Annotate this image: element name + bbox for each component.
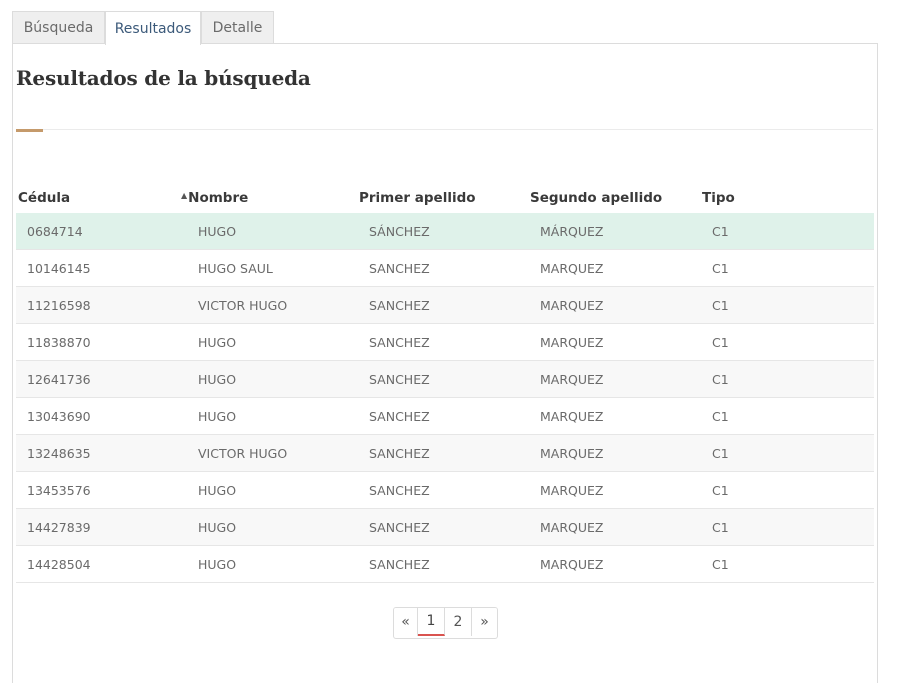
cell-nombre: HUGO — [179, 508, 359, 546]
cell-primer-apellido: SANCHEZ — [359, 471, 530, 509]
table-row[interactable]: 11216598 VICTOR HUGO SANCHEZ MARQUEZ C1 — [16, 286, 874, 324]
title-accent-bar — [16, 129, 43, 132]
cell-cedula: 14427839 — [16, 508, 179, 546]
tab-busqueda[interactable]: Búsqueda — [12, 11, 105, 44]
tab-resultados[interactable]: Resultados — [105, 11, 201, 45]
cell-primer-apellido: SANCHEZ — [359, 286, 530, 324]
cell-primer-apellido: SANCHEZ — [359, 508, 530, 546]
page-title: Resultados de la búsqueda — [16, 66, 311, 90]
table-row[interactable]: 11838870 HUGO SANCHEZ MARQUEZ C1 — [16, 323, 874, 361]
column-header-nombre-label: Nombre — [188, 190, 249, 206]
cell-primer-apellido: SANCHEZ — [359, 360, 530, 398]
cell-tipo: C1 — [702, 508, 874, 546]
cell-nombre: HUGO — [179, 471, 359, 509]
cell-nombre: HUGO — [179, 545, 359, 583]
pagination-next-button[interactable]: » — [472, 608, 497, 636]
cell-segundo-apellido: MARQUEZ — [530, 545, 702, 583]
table-row[interactable]: 12641736 HUGO SANCHEZ MARQUEZ C1 — [16, 360, 874, 398]
cell-cedula: 13043690 — [16, 397, 179, 435]
cell-segundo-apellido: MARQUEZ — [530, 508, 702, 546]
cell-tipo: C1 — [702, 471, 874, 509]
cell-cedula: 13248635 — [16, 434, 179, 472]
cell-segundo-apellido: MARQUEZ — [530, 323, 702, 361]
table-row[interactable]: 13043690 HUGO SANCHEZ MARQUEZ C1 — [16, 397, 874, 435]
column-header-primer-apellido[interactable]: Primer apellido — [359, 183, 530, 213]
column-header-tipo-label: Tipo — [702, 190, 735, 206]
cell-tipo: C1 — [702, 545, 874, 583]
cell-cedula: 10146145 — [16, 249, 179, 287]
cell-nombre: HUGO — [179, 397, 359, 435]
cell-nombre: VICTOR HUGO — [179, 286, 359, 324]
cell-segundo-apellido: MARQUEZ — [530, 360, 702, 398]
results-table: Cédula ▲Nombre Primer apellido Segundo a… — [16, 183, 874, 583]
pagination-page-1[interactable]: 1 — [418, 608, 445, 636]
table-row[interactable]: 13248635 VICTOR HUGO SANCHEZ MARQUEZ C1 — [16, 434, 874, 472]
pagination: « 1 2 » — [393, 607, 498, 639]
cell-segundo-apellido: MARQUEZ — [530, 249, 702, 287]
cell-primer-apellido: SANCHEZ — [359, 249, 530, 287]
table-header-row: Cédula ▲Nombre Primer apellido Segundo a… — [16, 183, 874, 213]
cell-segundo-apellido: MARQUEZ — [530, 434, 702, 472]
cell-cedula: 0684714 — [16, 213, 179, 250]
cell-tipo: C1 — [702, 360, 874, 398]
pagination-page-2[interactable]: 2 — [445, 608, 472, 636]
table-row[interactable]: 10146145 HUGO SAUL SANCHEZ MARQUEZ C1 — [16, 249, 874, 287]
cell-cedula: 14428504 — [16, 545, 179, 583]
cell-primer-apellido: SÁNCHEZ — [359, 213, 530, 250]
cell-primer-apellido: SANCHEZ — [359, 545, 530, 583]
table-row[interactable]: 14427839 HUGO SANCHEZ MARQUEZ C1 — [16, 508, 874, 546]
table-row[interactable]: 0684714 HUGO SÁNCHEZ MÁRQUEZ C1 — [16, 213, 874, 250]
column-header-segundo-apellido-label: Segundo apellido — [530, 190, 663, 206]
cell-nombre: HUGO — [179, 213, 359, 250]
cell-primer-apellido: SANCHEZ — [359, 397, 530, 435]
cell-tipo: C1 — [702, 434, 874, 472]
cell-cedula: 12641736 — [16, 360, 179, 398]
tab-bar: Búsqueda Resultados Detalle — [12, 11, 274, 45]
cell-nombre: VICTOR HUGO — [179, 434, 359, 472]
table-row[interactable]: 14428504 HUGO SANCHEZ MARQUEZ C1 — [16, 545, 874, 583]
cell-segundo-apellido: MARQUEZ — [530, 397, 702, 435]
cell-nombre: HUGO — [179, 323, 359, 361]
cell-primer-apellido: SANCHEZ — [359, 323, 530, 361]
title-divider — [16, 129, 873, 130]
cell-tipo: C1 — [702, 397, 874, 435]
column-header-cedula-label: Cédula — [18, 190, 71, 206]
cell-tipo: C1 — [702, 286, 874, 324]
cell-tipo: C1 — [702, 249, 874, 287]
column-header-nombre[interactable]: ▲Nombre — [179, 183, 359, 213]
cell-segundo-apellido: MARQUEZ — [530, 286, 702, 324]
cell-cedula: 13453576 — [16, 471, 179, 509]
tab-detalle[interactable]: Detalle — [201, 11, 274, 44]
column-header-cedula[interactable]: Cédula — [16, 183, 179, 213]
cell-tipo: C1 — [702, 323, 874, 361]
cell-cedula: 11216598 — [16, 286, 179, 324]
column-header-primer-apellido-label: Primer apellido — [359, 190, 476, 206]
cell-primer-apellido: SANCHEZ — [359, 434, 530, 472]
sort-ascending-icon: ▲ — [181, 191, 188, 200]
cell-cedula: 11838870 — [16, 323, 179, 361]
cell-tipo: C1 — [702, 213, 874, 250]
cell-nombre: HUGO — [179, 360, 359, 398]
pagination-previous-button[interactable]: « — [394, 608, 418, 636]
column-header-tipo[interactable]: Tipo — [702, 183, 874, 213]
cell-segundo-apellido: MÁRQUEZ — [530, 213, 702, 250]
cell-nombre: HUGO SAUL — [179, 249, 359, 287]
column-header-segundo-apellido[interactable]: Segundo apellido — [530, 183, 702, 213]
table-row[interactable]: 13453576 HUGO SANCHEZ MARQUEZ C1 — [16, 471, 874, 509]
cell-segundo-apellido: MARQUEZ — [530, 471, 702, 509]
